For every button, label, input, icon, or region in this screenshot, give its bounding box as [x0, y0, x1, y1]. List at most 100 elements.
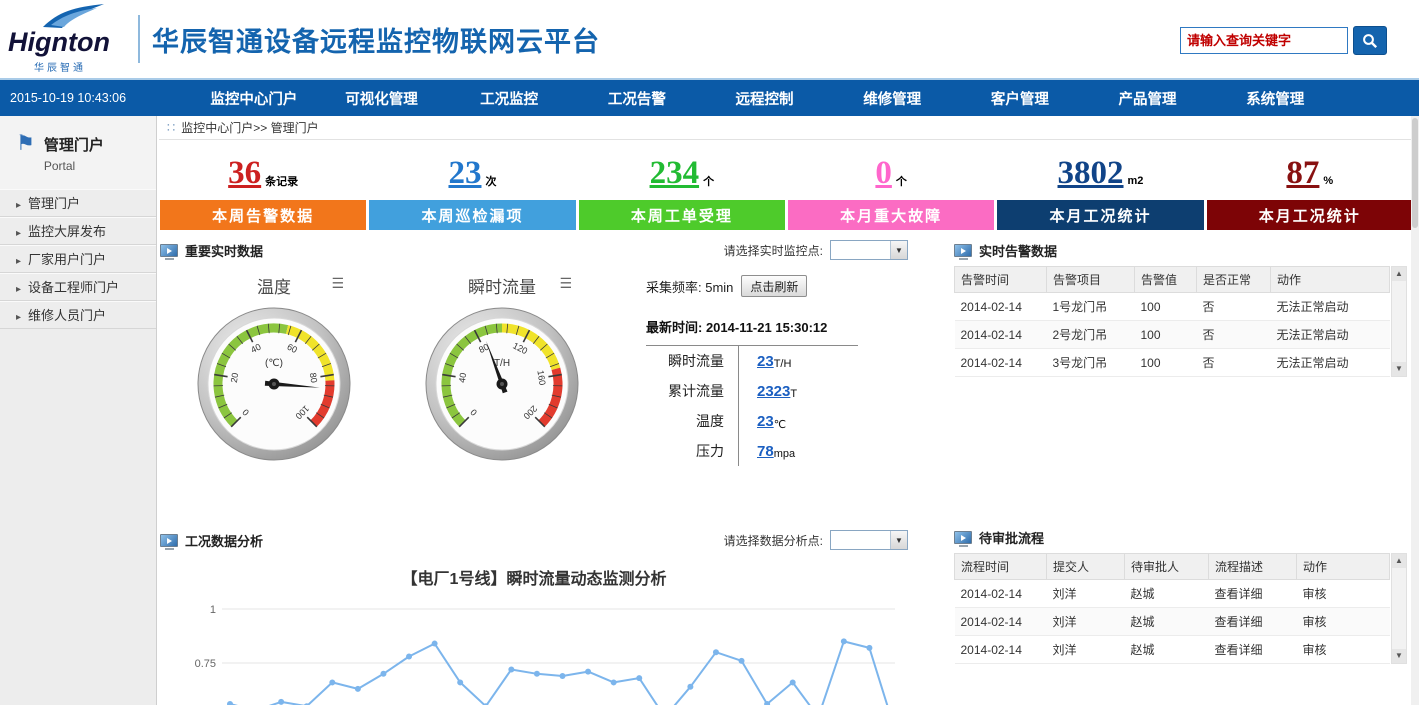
- logo-bird-icon: [42, 3, 106, 29]
- nav-item[interactable]: 监控中心门户: [190, 88, 318, 109]
- reading-value[interactable]: 23: [757, 413, 774, 430]
- alarm-table-wrap: 告警时间告警项目告警值是否正常动作2014-02-141号龙门吊100否无法正常…: [954, 266, 1407, 377]
- nav-item[interactable]: 可视化管理: [318, 88, 446, 109]
- search-button[interactable]: [1353, 26, 1387, 55]
- stat-card[interactable]: 87%本月工况统计: [1207, 147, 1413, 230]
- sidebar-menu: ▸管理门户▸监控大屏发布▸厂家用户门户▸设备工程师门户▸维修人员门户: [0, 189, 156, 329]
- stat-label: 本周告警数据: [160, 200, 366, 230]
- content: ⚑ 管理门户 Portal ▸管理门户▸监控大屏发布▸厂家用户门户▸设备工程师门…: [0, 116, 1419, 705]
- right-column: 实时告警数据 告警时间告警项目告警值是否正常动作2014-02-141号龙门吊1…: [954, 237, 1407, 705]
- monitor-point-select[interactable]: ▼: [830, 240, 908, 260]
- sidebar-item[interactable]: ▸监控大屏发布: [0, 217, 156, 245]
- page: Hignton 华辰智通 华辰智通设备远程监控物联网云平台 2015-10-19…: [0, 0, 1419, 705]
- sidebar-item[interactable]: ▸设备工程师门户: [0, 273, 156, 301]
- table-row[interactable]: 2014-02-14刘洋赵城查看详细审核: [955, 580, 1390, 608]
- sidebar-item[interactable]: ▸管理门户: [0, 189, 156, 217]
- realtime-section-header: 重要实时数据 请选择实时监控点: ▼: [160, 237, 908, 263]
- arrow-icon: ▸: [16, 256, 21, 267]
- nav-item[interactable]: 客户管理: [956, 88, 1084, 109]
- header-divider: [138, 15, 140, 63]
- column-header: 流程描述: [1209, 554, 1297, 580]
- scroll-down-icon[interactable]: ▼: [1392, 649, 1406, 663]
- arrow-icon: ▸: [16, 228, 21, 239]
- search-input[interactable]: [1180, 27, 1348, 54]
- top-header: Hignton 华辰智通 华辰智通设备远程监控物联网云平台: [0, 0, 1419, 80]
- stat-card[interactable]: 0个本月重大故障: [788, 147, 994, 230]
- table-row[interactable]: 2014-02-14刘洋赵城查看详细审核: [955, 636, 1390, 664]
- alarm-section-title: 实时告警数据: [979, 241, 1057, 260]
- stat-card[interactable]: 23次本周巡检漏项: [369, 147, 575, 230]
- analysis-section-header: 工况数据分析 请选择数据分析点: ▼: [160, 527, 908, 553]
- svg-text:1: 1: [210, 604, 216, 616]
- sidebar-item[interactable]: ▸厂家用户门户: [0, 245, 156, 273]
- nav-menu: 监控中心门户可视化管理工况监控工况告警远程控制维修管理客户管理产品管理系统管理: [190, 88, 1339, 109]
- breadcrumb-icon: ∷: [167, 120, 175, 136]
- alarm-table: 告警时间告警项目告警值是否正常动作2014-02-141号龙门吊100否无法正常…: [954, 266, 1390, 377]
- column-header: 告警项目: [1047, 267, 1135, 293]
- table-row[interactable]: 2014-02-143号龙门吊100否无法正常启动: [955, 349, 1390, 377]
- arrow-icon: ▸: [16, 312, 21, 323]
- stat-card[interactable]: 234个本周工单受理: [579, 147, 785, 230]
- nav-timestamp: 2015-10-19 10:43:06: [0, 91, 190, 105]
- chart-menu-icon[interactable]: ☰: [331, 275, 344, 292]
- gauges-area: 温度 ☰ 020406080100(℃) 瞬时流量 ☰ 040801201602…: [160, 263, 908, 517]
- scroll-up-icon[interactable]: ▲: [1392, 267, 1406, 281]
- stat-value: 234: [650, 157, 700, 190]
- page-scrollbar-thumb[interactable]: [1412, 118, 1418, 228]
- column-header: 告警值: [1135, 267, 1197, 293]
- page-scrollbar[interactable]: [1411, 116, 1419, 705]
- chevron-down-icon[interactable]: ▼: [890, 531, 907, 549]
- scroll-up-icon[interactable]: ▲: [1392, 554, 1406, 568]
- portal-title: 管理门户: [44, 134, 104, 155]
- svg-text:40: 40: [457, 372, 468, 383]
- stat-card[interactable]: 36条记录本周告警数据: [160, 147, 366, 230]
- chevron-down-icon[interactable]: ▼: [890, 241, 907, 259]
- gauge-title: 温度: [160, 273, 388, 298]
- logo: Hignton 华辰智通: [0, 3, 132, 75]
- monitor-icon: [160, 244, 178, 257]
- stat-unit: 个: [703, 173, 714, 189]
- stat-value: 0: [875, 157, 892, 190]
- chart-menu-icon[interactable]: ☰: [559, 275, 572, 292]
- nav-item[interactable]: 远程控制: [701, 88, 829, 109]
- readings: 瞬时流量23T/H累计流量2323T温度23℃压力78mpa: [646, 345, 858, 466]
- approval-table: 流程时间提交人待审批人流程描述动作2014-02-14刘洋赵城查看详细审核201…: [954, 553, 1390, 664]
- reading-value[interactable]: 23: [757, 353, 774, 370]
- alarm-table-scrollbar[interactable]: ▲ ▼: [1391, 266, 1407, 377]
- line-chart-area: 【电厂1号线】瞬时流量动态监测分析 10.750.5value: [160, 565, 908, 705]
- flow-gauge: 瞬时流量 ☰ 04080120160200T/H: [388, 265, 616, 517]
- line-chart: 10.750.5value: [160, 589, 905, 705]
- table-row[interactable]: 2014-02-142号龙门吊100否无法正常启动: [955, 321, 1390, 349]
- analysis-point-select[interactable]: ▼: [830, 530, 908, 550]
- logo-text: Hignton: [8, 27, 110, 58]
- stat-unit: 条记录: [265, 173, 298, 189]
- nav-item[interactable]: 工况监控: [445, 88, 573, 109]
- reading-row: 压力78mpa: [646, 436, 858, 466]
- logo-subtitle: 华辰智通: [34, 59, 86, 74]
- table-row[interactable]: 2014-02-141号龙门吊100否无法正常启动: [955, 293, 1390, 321]
- svg-text:20: 20: [229, 372, 240, 383]
- stat-label: 本周巡检漏项: [369, 200, 575, 230]
- svg-text:0.75: 0.75: [195, 658, 216, 670]
- analysis-section-title: 工况数据分析: [185, 531, 263, 550]
- stat-card[interactable]: 3802m2本月工况统计: [997, 147, 1203, 230]
- nav-item[interactable]: 维修管理: [828, 88, 956, 109]
- stat-label: 本周工单受理: [579, 200, 785, 230]
- scroll-down-icon[interactable]: ▼: [1392, 362, 1406, 376]
- frequency-label: 采集频率: 5min: [646, 277, 733, 296]
- nav-item[interactable]: 系统管理: [1211, 88, 1339, 109]
- stat-label: 本月重大故障: [788, 200, 994, 230]
- svg-text:80: 80: [308, 372, 319, 383]
- breadcrumb: ∷ 监控中心门户>> 管理门户: [159, 116, 1419, 140]
- sidebar-item[interactable]: ▸维修人员门户: [0, 301, 156, 329]
- flag-icon: ⚑: [16, 134, 35, 154]
- refresh-button[interactable]: 点击刷新: [741, 275, 807, 297]
- reading-value[interactable]: 2323: [757, 383, 790, 400]
- table-row[interactable]: 2014-02-14刘洋赵城查看详细审核: [955, 608, 1390, 636]
- reading-value[interactable]: 78: [757, 443, 774, 460]
- stat-label: 本月工况统计: [1207, 200, 1413, 230]
- nav-item[interactable]: 工况告警: [573, 88, 701, 109]
- chart-title: 【电厂1号线】瞬时流量动态监测分析: [160, 565, 908, 589]
- approval-table-scrollbar[interactable]: ▲ ▼: [1391, 553, 1407, 664]
- nav-item[interactable]: 产品管理: [1084, 88, 1212, 109]
